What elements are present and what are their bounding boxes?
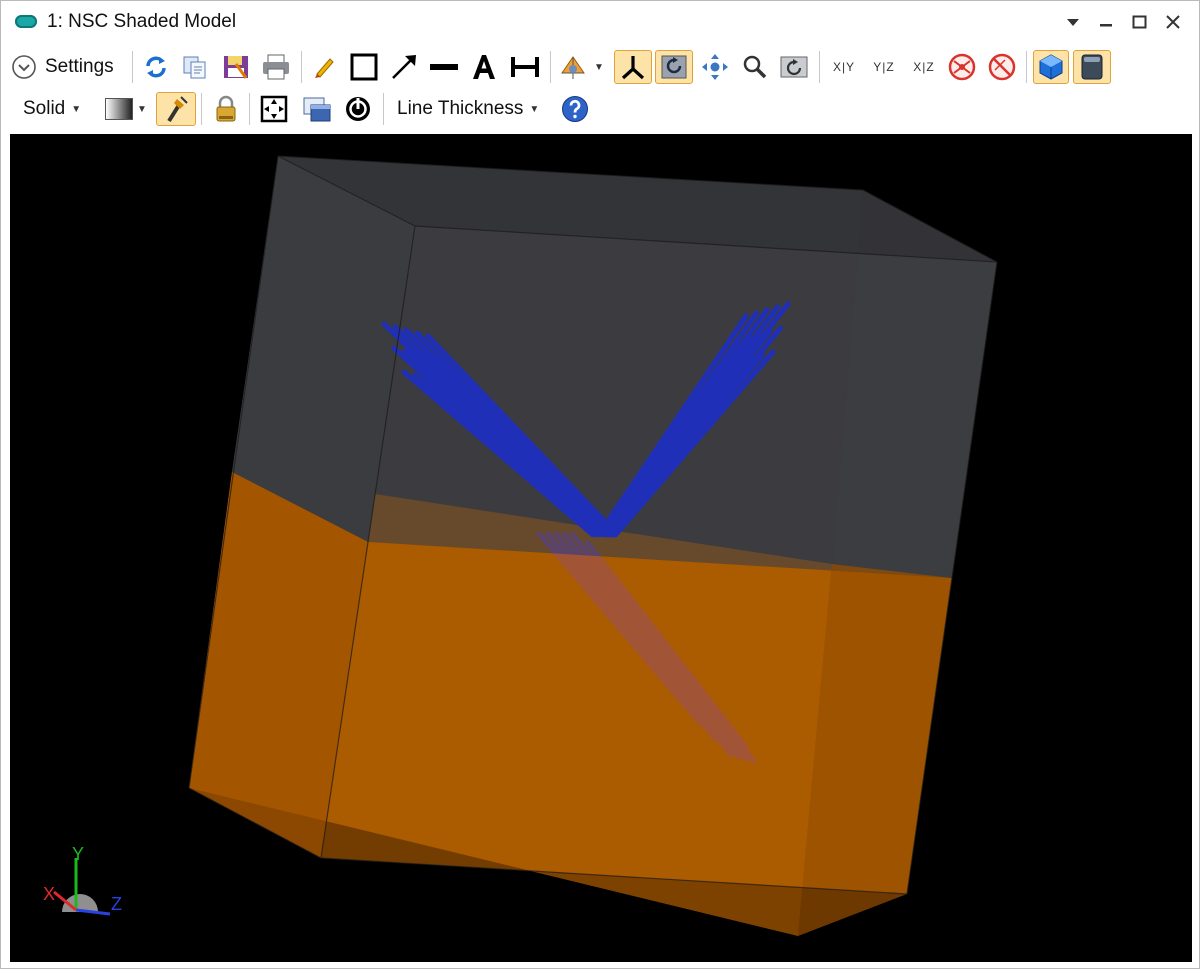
expand-circle-icon (11, 54, 37, 80)
toolbar-separator (383, 93, 384, 125)
lock-icon[interactable] (210, 92, 242, 126)
copy-icon[interactable] (179, 50, 211, 84)
settings-button[interactable]: Settings (11, 50, 129, 84)
pencil-icon[interactable] (309, 50, 339, 84)
view-yz-label: Y|Z (873, 60, 895, 74)
view-xz-label: X|Z (913, 60, 935, 74)
lighting-toggle-button[interactable] (156, 92, 196, 126)
window-title: 1: NSC Shaded Model (47, 11, 237, 32)
chevron-down-icon: ▼ (594, 61, 604, 73)
toolbar-separator (201, 93, 202, 125)
title-bar: 1: NSC Shaded Model (1, 1, 1199, 41)
pan-icon[interactable] (698, 50, 732, 84)
y-axis-label: Y (72, 844, 84, 864)
reset-view-icon[interactable] (777, 50, 811, 84)
x-axis-label: X (43, 884, 55, 904)
view-xy-button[interactable]: X|Y (825, 50, 863, 84)
toolbar-row-2: Solid ▼ ▼ Line Thickness ▼ (1, 89, 1199, 129)
rotate-axes-icon (558, 53, 588, 81)
nsc-3d-scene: Y Z X (43, 155, 998, 936)
print-icon[interactable] (259, 50, 293, 84)
line-thickness-dropdown[interactable]: Line Thickness ▼ (391, 92, 553, 126)
ray-filter-icon[interactable] (945, 50, 979, 84)
fit-to-view-icon[interactable] (257, 92, 291, 126)
view-xy-label: X|Y (832, 60, 856, 74)
dimension-tool-icon[interactable] (507, 50, 543, 84)
chevron-down-icon: ▼ (137, 103, 147, 115)
toolbar-separator (1026, 51, 1027, 83)
rotate-mode-button[interactable] (655, 50, 693, 84)
zoom-icon[interactable] (739, 50, 771, 84)
toolbar-row-1: Settings ▼ X|Y Y|Z X|Z (1, 47, 1199, 87)
window-menu-dropdown-icon[interactable] (1059, 9, 1087, 35)
surface-view-button[interactable] (1073, 50, 1111, 84)
window-layout-icon[interactable] (299, 92, 335, 126)
shaded-model-viewport[interactable]: Y Z X (10, 134, 1192, 962)
maximize-button[interactable] (1126, 9, 1154, 35)
z-axis-label: Z (111, 894, 122, 914)
gradient-icon (105, 98, 133, 120)
chevron-down-icon: ▼ (71, 103, 82, 115)
close-button[interactable] (1159, 9, 1187, 35)
toolbar-separator (301, 51, 302, 83)
color-gradient-dropdown[interactable]: ▼ (101, 92, 153, 126)
minimize-button[interactable] (1092, 9, 1120, 35)
help-icon[interactable] (559, 92, 591, 126)
axis-triad: Y Z X (43, 844, 122, 916)
chevron-down-icon: ▼ (529, 103, 540, 115)
line-thickness-label: Line Thickness (397, 98, 524, 119)
line-tool-icon[interactable] (427, 50, 461, 84)
toolbar-separator (132, 51, 133, 83)
view-xz-button[interactable]: X|Z (905, 50, 943, 84)
solid-view-button[interactable] (1033, 50, 1069, 84)
rotate-view-dropdown[interactable]: ▼ (558, 50, 608, 84)
z-axis-line (75, 908, 111, 916)
toolbar-separator (550, 51, 551, 83)
rectangle-tool-icon[interactable] (347, 50, 381, 84)
save-icon[interactable] (219, 50, 253, 84)
axes-toggle-button[interactable] (614, 50, 652, 84)
view-yz-button[interactable]: Y|Z (865, 50, 903, 84)
toolbar-separator (249, 93, 250, 125)
arrow-tool-icon[interactable] (387, 50, 421, 84)
settings-label: Settings (45, 56, 114, 77)
window-app-icon (15, 15, 37, 28)
nsc-shaded-model-window: 1: NSC Shaded Model Settings ▼ X|Y Y|Z X… (0, 0, 1200, 969)
toolbar-separator (819, 51, 820, 83)
refresh-icon[interactable] (141, 50, 171, 84)
clear-rays-icon[interactable] (985, 50, 1019, 84)
render-mode-dropdown[interactable]: Solid ▼ (15, 92, 95, 126)
render-mode-label: Solid (23, 98, 66, 119)
text-tool-icon[interactable] (468, 50, 500, 84)
timer-icon[interactable] (341, 92, 375, 126)
